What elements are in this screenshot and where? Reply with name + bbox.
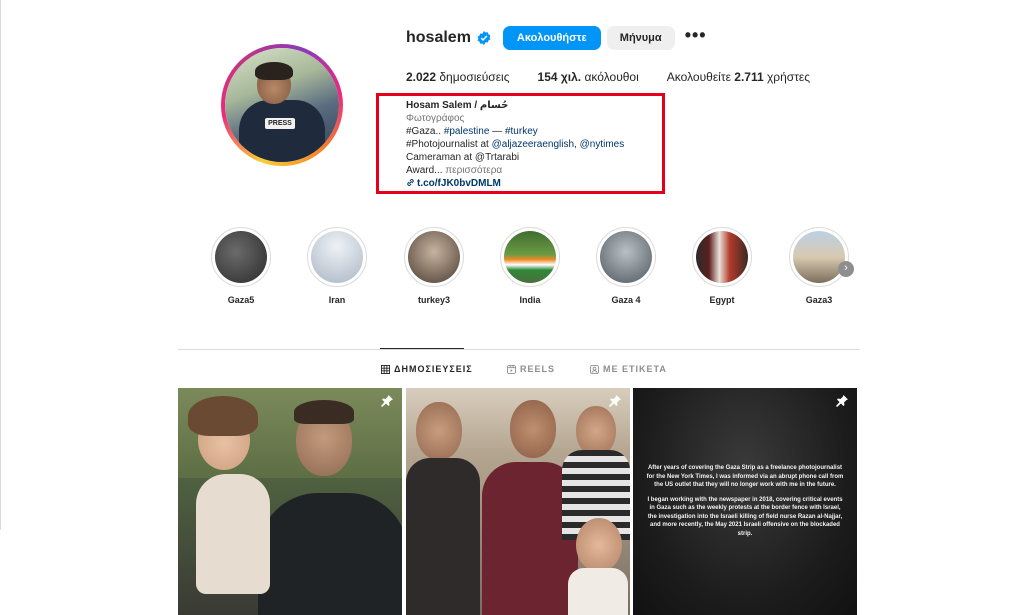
bio-external-link[interactable]: t.co/fJK0bvDMLM <box>406 177 624 190</box>
post-tile[interactable]: After years of covering the Gaza Strip a… <box>633 388 857 615</box>
tab-posts[interactable]: ΔΗΜΟΣΙΕΥΣΕΙΣ <box>381 364 473 374</box>
mention-nytimes[interactable]: @nytimes <box>580 139 625 150</box>
person-left-face <box>416 402 462 460</box>
man-shirt <box>258 493 402 615</box>
profile-username: hosalem <box>406 29 471 46</box>
child-dress <box>196 474 270 594</box>
follow-button[interactable]: Ακολουθήστε <box>502 26 601 50</box>
highlight-image <box>696 231 748 283</box>
bio-category: Φωτογράφος <box>406 113 465 124</box>
highlight-image <box>504 231 556 283</box>
bio-line-cameraman: Cameraman at @Trtarabi <box>406 152 520 163</box>
bio-line-photojournalist: #Photojournalist at @aljazeeraenglish, @… <box>406 139 625 150</box>
highlight-image <box>793 231 845 283</box>
posts-count: 2.022 δημοσιεύσεις <box>406 70 510 84</box>
tab-reels[interactable]: REELS <box>507 364 555 374</box>
profile-bio: Hosam Salem / حُسام Φωτογράφος #Gaza.. #… <box>406 99 624 190</box>
grid-icon <box>381 364 390 374</box>
bio-line-hashtags: #Gaza.. #palestine — #turkey <box>406 126 538 137</box>
profile-header: hosalem Ακολουθήστε Μήνυμα ••• <box>406 26 707 50</box>
highlight-image <box>408 231 460 283</box>
highlight-turkey3[interactable]: turkey3 <box>404 227 464 305</box>
person-right-face <box>576 406 616 456</box>
following-count[interactable]: Ακολουθείτε 2.711 χρήστες <box>667 70 810 84</box>
bio-line-award: Award... περισσότερα <box>406 165 503 176</box>
link-icon <box>407 179 414 186</box>
verified-badge-icon <box>477 31 491 45</box>
highlight-gaza-4[interactable]: Gaza 4 <box>596 227 656 305</box>
pinned-post-icon <box>836 395 848 407</box>
highlight-iran[interactable]: Iran <box>307 227 367 305</box>
tab-tagged[interactable]: ΜΕ ΕΤΙΚΕΤΑ <box>590 364 667 374</box>
page-left-border <box>0 0 1 530</box>
tabs-divider <box>178 349 860 350</box>
bio-more-link[interactable]: περισσότερα <box>445 165 502 176</box>
reels-icon <box>507 364 516 374</box>
highlight-india[interactable]: India <box>500 227 560 305</box>
active-tab-indicator <box>380 348 464 349</box>
bio-full-name: Hosam Salem / حُسام <box>406 100 509 111</box>
pinned-post-icon <box>381 395 393 407</box>
post-tile[interactable] <box>178 388 402 615</box>
followers-count[interactable]: 154 χιλ. ακόλουθοι <box>538 70 639 84</box>
pinned-post-icon <box>609 395 621 407</box>
tagged-user-icon <box>590 364 599 374</box>
girl-face <box>576 518 622 572</box>
hashtag-palestine[interactable]: #palestine <box>444 126 490 137</box>
post-text-overlay: After years of covering the Gaza Strip a… <box>646 465 844 537</box>
press-badge: PRESS <box>265 118 295 129</box>
highlight-egypt[interactable]: Egypt <box>692 227 752 305</box>
person-center-face <box>510 400 556 458</box>
post-tile[interactable] <box>406 388 630 615</box>
highlight-image <box>600 231 652 283</box>
highlight-image <box>311 231 363 283</box>
highlight-gaza5[interactable]: Gaza5 <box>211 227 271 305</box>
more-options-icon[interactable]: ••• <box>685 26 707 47</box>
hashtag-turkey[interactable]: #turkey <box>505 126 538 137</box>
highlights-next-chevron-icon[interactable]: › <box>838 261 854 277</box>
profile-stats: 2.022 δημοσιεύσεις 154 χιλ. ακόλουθοι Ακ… <box>406 70 838 84</box>
highlight-image <box>215 231 267 283</box>
profile-avatar[interactable]: PRESS <box>221 44 343 166</box>
message-button[interactable]: Μήνυμα <box>606 26 675 50</box>
mention-aljazeeraenglish[interactable]: @aljazeeraenglish <box>492 139 574 150</box>
avatar-photo: PRESS <box>225 48 339 162</box>
